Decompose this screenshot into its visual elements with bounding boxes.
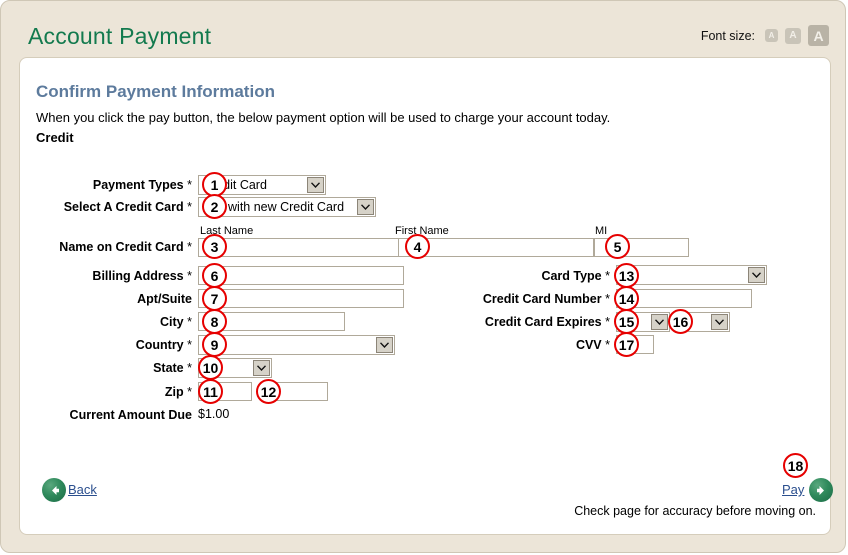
apt-suite-input[interactable] (198, 289, 404, 308)
back-arrow-icon[interactable] (42, 478, 66, 502)
annotation-badge-18: 18 (783, 453, 808, 478)
annotation-badge-4: 4 (405, 234, 430, 259)
apt-suite-label: Apt/Suite (137, 292, 192, 306)
current-amount-due-label: Current Amount Due (69, 408, 192, 422)
font-size-medium-button[interactable]: A (785, 27, 801, 44)
chevron-down-icon (651, 314, 668, 330)
annotation-badge-2: 2 (202, 194, 227, 219)
annotation-badge-16: 16 (668, 309, 693, 334)
back-link[interactable]: Back (68, 482, 97, 497)
pay-link[interactable]: Pay (782, 482, 804, 497)
chevron-down-icon (748, 267, 765, 283)
pay-arrow-icon[interactable] (809, 478, 833, 502)
font-size-large-button[interactable]: A (808, 25, 829, 46)
zip-extension-input[interactable] (274, 382, 328, 401)
annotation-badge-5: 5 (605, 234, 630, 259)
footer-note: Check page for accuracy before moving on… (574, 504, 816, 518)
annotation-badge-14: 14 (614, 286, 639, 311)
credit-card-expires-year-select[interactable] (688, 312, 730, 332)
chevron-down-icon (307, 177, 324, 193)
state-label: State * (153, 361, 192, 375)
chevron-down-icon (357, 199, 374, 215)
annotation-badge-12: 12 (256, 379, 281, 404)
billing-address-input[interactable] (198, 266, 404, 285)
font-size-small-button[interactable]: A (765, 29, 778, 42)
page-frame: Account Payment Font size: A A A Confirm… (0, 0, 846, 553)
annotation-badge-10: 10 (198, 355, 223, 380)
credit-card-expires-label: Credit Card Expires * (484, 315, 610, 329)
annotation-badge-11: 11 (198, 379, 223, 404)
city-label: City * (160, 315, 192, 329)
cvv-label: CVV * (575, 338, 610, 352)
current-amount-due-value: $1.00 (198, 407, 230, 421)
name-on-credit-card-label: Name on Credit Card * (59, 240, 192, 254)
annotation-badge-3: 3 (202, 234, 227, 259)
annotation-badge-9: 9 (202, 332, 227, 357)
chevron-down-icon (253, 360, 270, 376)
zip-label: Zip * (164, 385, 192, 399)
chevron-down-icon (376, 337, 393, 353)
app-header: Account Payment Font size: A A A (1, 1, 847, 57)
select-credit-card-label: Select A Credit Card * (63, 200, 192, 214)
last-name-input[interactable] (198, 238, 406, 257)
mi-sublabel: MI (595, 225, 608, 237)
annotation-badge-7: 7 (202, 286, 227, 311)
annotation-badge-15: 15 (614, 309, 639, 334)
page-title: Account Payment (28, 23, 212, 49)
country-select[interactable] (198, 335, 395, 355)
font-size-controls: Font size: A A A (701, 25, 829, 46)
annotation-badge-13: 13 (614, 263, 639, 288)
content-card: Confirm Payment Information When you cli… (19, 57, 833, 536)
annotation-badge-8: 8 (202, 309, 227, 334)
billing-address-label: Billing Address * (92, 269, 192, 283)
chevron-down-icon (711, 314, 728, 330)
country-label: Country * (135, 338, 192, 352)
font-size-label: Font size: (700, 28, 755, 43)
annotation-badge-6: 6 (202, 263, 227, 288)
payment-form: Payment Types * Credit Card 1 Select A C… (20, 58, 832, 536)
card-type-label: Card Type * (541, 269, 610, 283)
credit-card-number-label: Credit Card Number * (482, 292, 610, 306)
payment-types-label: Payment Types * (92, 178, 192, 192)
annotation-badge-17: 17 (614, 332, 639, 357)
